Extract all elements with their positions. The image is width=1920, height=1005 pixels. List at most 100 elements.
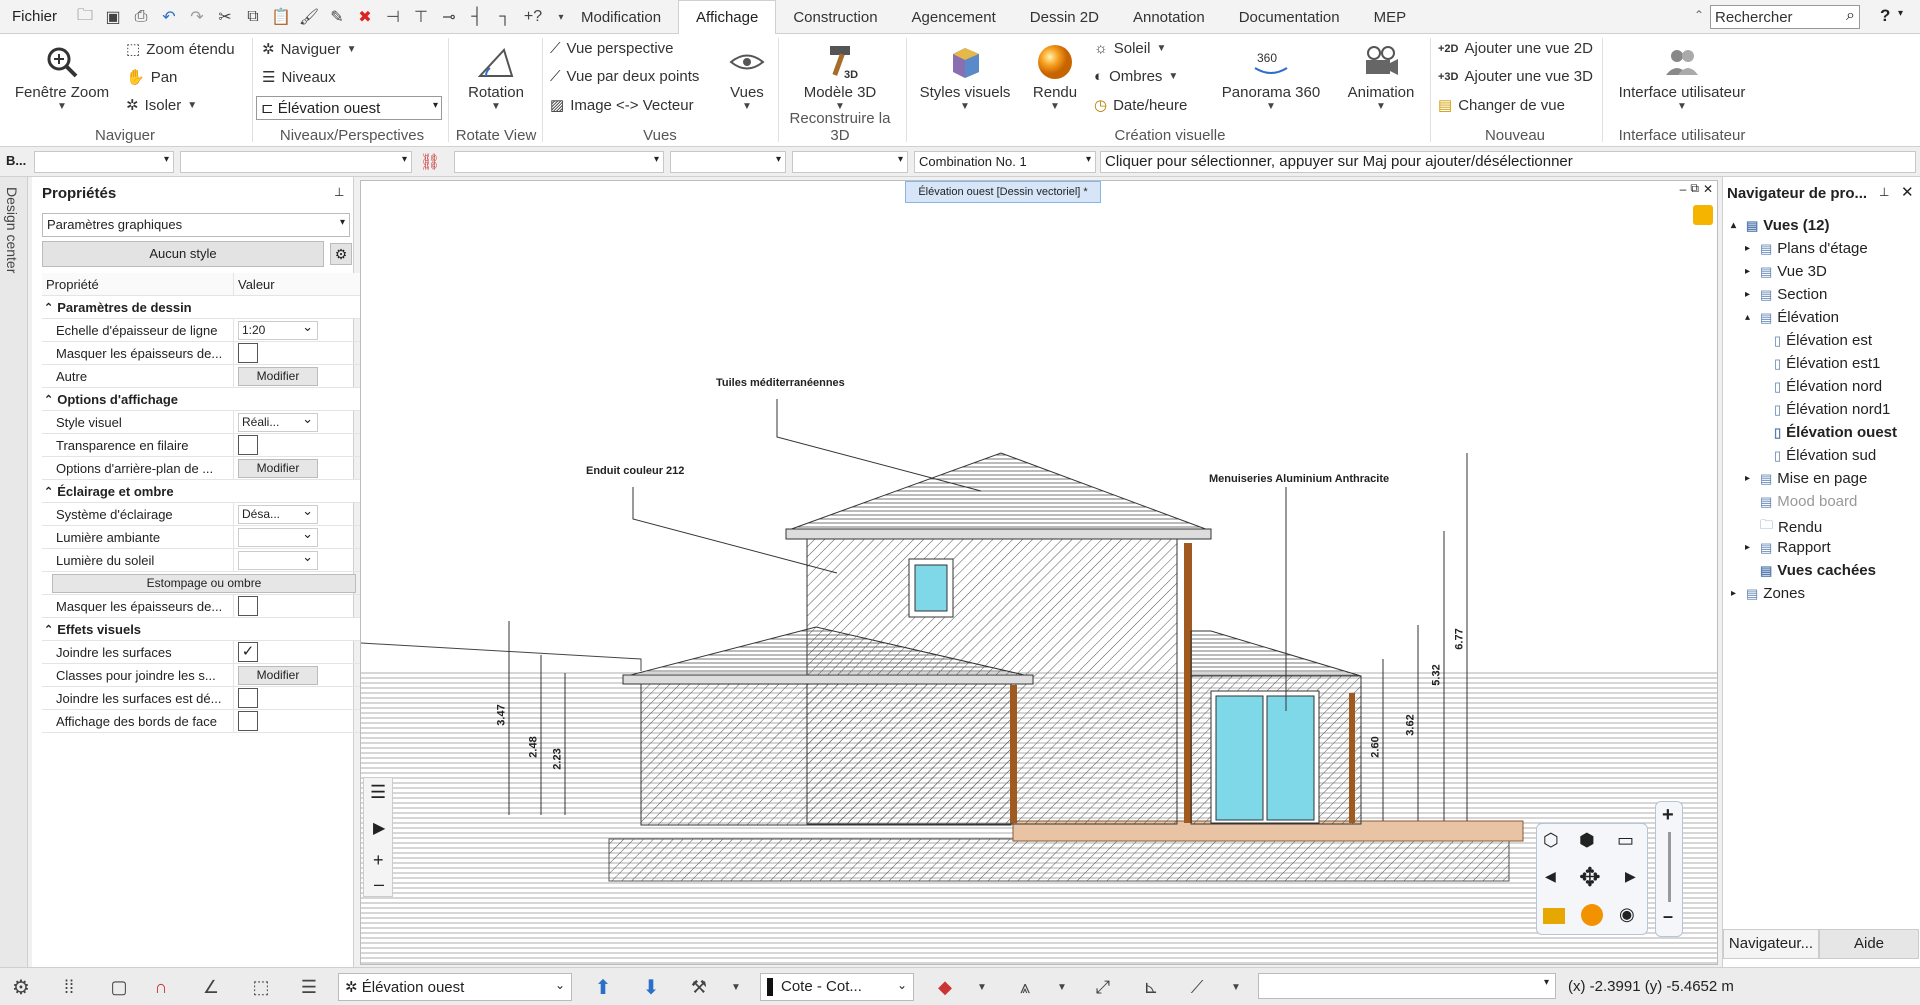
- rotation-button[interactable]: Rotation ▼: [456, 40, 536, 112]
- tab-help[interactable]: Aide: [1819, 929, 1919, 959]
- hammer-3d-icon[interactable]: ⚒: [684, 973, 714, 1001]
- two-point-view-button[interactable]: ⟋ Vue par deux points: [550, 68, 699, 85]
- style-settings-gear-icon[interactable]: ⚙: [330, 243, 352, 265]
- copy-icon[interactable]: ⧉: [240, 4, 266, 30]
- property-section[interactable]: ⌃ Éclairage et ombre: [42, 480, 360, 503]
- tab-documentation[interactable]: Documentation: [1222, 0, 1357, 34]
- sun-button[interactable]: ☼ Soleil ▼: [1094, 40, 1166, 57]
- property-select[interactable]: 1:20: [238, 318, 318, 340]
- grid-icon[interactable]: ⁞⁞: [54, 973, 84, 1001]
- cube-front-icon[interactable]: ⬢: [1579, 830, 1595, 851]
- level-up-icon[interactable]: ⬆: [588, 973, 618, 1001]
- expand-icon[interactable]: ▸: [1745, 542, 1755, 553]
- user-interface-button[interactable]: Interface utilisateur ▼: [1612, 40, 1752, 112]
- tree-item[interactable]: ▤ Vues cachées: [1745, 562, 1876, 579]
- tree-item[interactable]: ▯ Élévation ouest: [1759, 424, 1897, 441]
- zoom-slider[interactable]: + –: [1655, 801, 1683, 937]
- style-button[interactable]: Aucun style: [42, 241, 324, 267]
- property-select[interactable]: Réali...: [238, 410, 318, 432]
- pan-button[interactable]: ✋ Pan: [126, 68, 177, 87]
- modify-button[interactable]: Modifier: [238, 366, 318, 386]
- expand-icon[interactable]: ▸: [1731, 588, 1741, 599]
- iso-cube-icon[interactable]: ⬡: [1543, 830, 1559, 851]
- tree-item[interactable]: ▯ Élévation est: [1759, 332, 1872, 349]
- plus-icon[interactable]: +: [373, 850, 384, 871]
- property-checkbox[interactable]: [238, 711, 258, 731]
- levels-button[interactable]: ☰ Niveaux: [262, 68, 336, 87]
- frame-icon[interactable]: ▢: [104, 973, 134, 1001]
- property-checkbox[interactable]: [238, 596, 258, 616]
- layout-icon[interactable]: [1543, 908, 1565, 924]
- pin-icon[interactable]: ⊥: [1879, 185, 1889, 199]
- property-checkbox[interactable]: [238, 435, 258, 455]
- side-panel-label[interactable]: B...: [6, 153, 26, 168]
- views-button[interactable]: Vues ▼: [722, 40, 772, 112]
- play-icon[interactable]: ▶: [373, 818, 385, 838]
- minus-icon[interactable]: –: [374, 874, 384, 895]
- tree-item[interactable]: ▴ ▤ Vues (12): [1731, 217, 1829, 234]
- collapse-icon[interactable]: ⌃: [42, 301, 57, 314]
- dropdown-arrow-icon[interactable]: ▼: [1052, 973, 1072, 1001]
- tab-navigator[interactable]: Navigateur...: [1723, 929, 1819, 959]
- select-icon[interactable]: ⬚: [246, 973, 276, 1001]
- tree-item[interactable]: ▸ ▤ Zones: [1731, 585, 1805, 602]
- arrow-left-icon[interactable]: ◀: [1545, 868, 1556, 885]
- tree-item[interactable]: ▯ Élévation nord: [1759, 378, 1882, 395]
- search-box[interactable]: Rechercher ⌕: [1710, 5, 1860, 29]
- dropdown-arrow-icon[interactable]: ▼: [972, 973, 992, 1001]
- tab-mep[interactable]: MEP: [1357, 0, 1424, 34]
- dim-tool-2-icon[interactable]: ⊤: [408, 4, 434, 30]
- visual-styles-button[interactable]: Styles visuels ▼: [918, 40, 1012, 112]
- option-field-1[interactable]: ▾: [34, 151, 174, 173]
- layer-dropdown[interactable]: Cote - Cot... ⌄: [760, 973, 914, 1001]
- open-folder-icon[interactable]: 🗀: [72, 4, 98, 30]
- tree-item[interactable]: ▸ ▤ Rapport: [1745, 539, 1831, 556]
- panorama-button[interactable]: 360 Panorama 360 ▼: [1216, 40, 1326, 112]
- dim-tool-3-icon[interactable]: ⊸: [436, 4, 462, 30]
- zoom-track[interactable]: [1668, 832, 1671, 902]
- combination-dropdown[interactable]: Combination No. 1 ▾: [914, 151, 1096, 173]
- angle-icon[interactable]: ∠: [196, 973, 226, 1001]
- dim-tool-1-icon[interactable]: ⊣: [380, 4, 406, 30]
- collapse-ribbon-icon[interactable]: ⌃: [1694, 8, 1704, 22]
- property-select[interactable]: [238, 548, 318, 570]
- design-center-label[interactable]: Design center: [4, 187, 20, 273]
- current-view-dropdown[interactable]: ⊏ Élévation ouest ▾: [256, 96, 442, 120]
- tree-item[interactable]: ▸ ▤ Mise en page: [1745, 470, 1867, 487]
- tree-item[interactable]: ▸ ▤ Vue 3D: [1745, 263, 1827, 280]
- property-section[interactable]: ⌃ Options d'affichage: [42, 388, 360, 411]
- dropdown-arrow-icon[interactable]: ▼: [726, 973, 746, 1001]
- change-view-button[interactable]: ▤ Changer de vue: [1438, 96, 1565, 115]
- expand-icon[interactable]: ▸: [1745, 243, 1755, 254]
- option-field-2[interactable]: ▾: [180, 151, 412, 173]
- redo-icon[interactable]: ↷: [184, 4, 210, 30]
- save-icon[interactable]: ▣: [100, 4, 126, 30]
- command-input[interactable]: ▾: [1258, 973, 1556, 999]
- expand-icon[interactable]: ▴: [1745, 312, 1755, 323]
- option-field-3[interactable]: ▾: [454, 151, 664, 173]
- segment-icon[interactable]: ⟋: [1182, 973, 1212, 1001]
- list-icon[interactable]: ☰: [294, 973, 324, 1001]
- list-icon[interactable]: ☰: [370, 782, 386, 803]
- tree-item[interactable]: ▯ Élévation est1: [1759, 355, 1880, 372]
- orbit-icon[interactable]: ✥: [1579, 862, 1601, 893]
- add-3d-view-button[interactable]: +3D Ajouter une vue 3D: [1438, 68, 1593, 85]
- tree-item[interactable]: ▯ Élévation sud: [1759, 447, 1876, 464]
- tab-agencement[interactable]: Agencement: [895, 0, 1013, 34]
- expand-icon[interactable]: ▸: [1745, 473, 1755, 484]
- link-icon[interactable]: ⛓: [420, 152, 440, 172]
- arrow-right-icon[interactable]: ▶: [1625, 868, 1636, 885]
- plan-view-icon[interactable]: ▭: [1617, 830, 1634, 851]
- expand-icon[interactable]: ▸: [1745, 266, 1755, 277]
- tab-dessin-2d[interactable]: Dessin 2D: [1013, 0, 1116, 34]
- option-field-4[interactable]: ▾: [670, 151, 786, 173]
- add-2d-view-button[interactable]: +2D Ajouter une vue 2D: [1438, 40, 1593, 57]
- design-center-strip[interactable]: Design center: [0, 177, 28, 967]
- tab-affichage[interactable]: Affichage: [678, 0, 777, 34]
- expand-icon[interactable]: ▸: [1745, 289, 1755, 300]
- pencil-icon[interactable]: ✎: [324, 4, 350, 30]
- tree-item[interactable]: ▸ ▤ Plans d'étage: [1745, 240, 1868, 257]
- option-field-5[interactable]: ▾: [792, 151, 908, 173]
- rebuild-3d-button[interactable]: 3D Modèle 3D ▼: [794, 40, 886, 112]
- property-section[interactable]: ⌃ Effets visuels: [42, 618, 360, 641]
